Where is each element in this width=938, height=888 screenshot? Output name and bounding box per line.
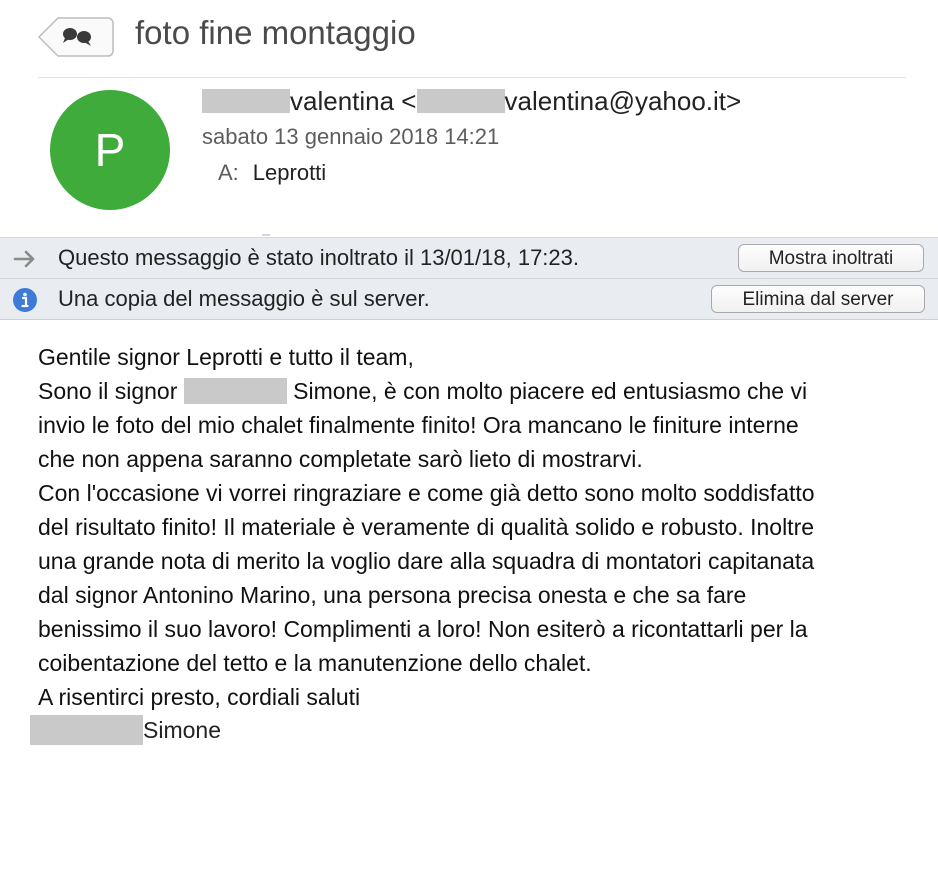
avatar-initial: P: [94, 124, 126, 176]
recipient-name[interactable]: Leprotti: [253, 160, 326, 185]
forwarded-notice-bar: Questo messaggio è stato inoltrato il 13…: [0, 237, 938, 278]
signature-name: Simone: [143, 717, 221, 743]
body-line: dal signor Antonino Marino, una persona …: [38, 582, 747, 608]
conversation-bubbles-icon: [38, 17, 114, 57]
back-to-conversations-button[interactable]: [38, 17, 114, 57]
delete-from-server-button[interactable]: Elimina dal server: [711, 285, 925, 313]
sender-email-open: <: [394, 86, 417, 116]
body-line: una grande nota di merito la voglio dare…: [38, 548, 815, 574]
body-text-fragment: Simone, è con molto piacere ed entusiasm…: [286, 378, 808, 404]
body-line: che non appena saranno completate sarò l…: [38, 446, 643, 472]
from-line[interactable]: valentina < valentina@yahoo.it>: [202, 84, 741, 118]
sender-name: valentina: [290, 86, 395, 116]
redacted-surname: [30, 714, 143, 745]
signature: Simone: [30, 713, 221, 747]
forwarded-notice-text: Questo messaggio è stato inoltrato il 13…: [58, 245, 579, 270]
redacted-surname: [183, 378, 287, 405]
show-forwarded-button[interactable]: Mostra inoltrati: [738, 244, 924, 272]
recipient-line: A: Leprotti: [218, 160, 326, 186]
body-line: A risentirci presto, cordiali saluti: [38, 684, 361, 710]
redacted-surname: [202, 89, 290, 114]
body-text-fragment: Sono il signor: [38, 378, 184, 404]
redacted-email-prefix: [416, 89, 505, 114]
server-copy-notice-text: Una copia del messaggio è sul server.: [58, 286, 430, 311]
body-line: Con l'occasione vi vorrei ringraziare e …: [38, 480, 815, 506]
body-line: coibentazione del tetto e la manutenzion…: [38, 650, 592, 676]
body-line: invio le foto del mio chalet finalmente …: [38, 412, 799, 438]
thread-header: foto fine montaggio: [0, 0, 938, 78]
body-line: Sono il signor Simone, è con molto piace…: [38, 374, 928, 408]
server-copy-notice-bar: Una copia del messaggio è sul server. El…: [0, 278, 938, 320]
meta-divider-stub: [262, 234, 270, 236]
message-subject: foto fine montaggio: [135, 14, 416, 51]
body-line: Gentile signor Leprotti e tutto il team,: [38, 344, 414, 370]
sender-avatar: P: [50, 90, 170, 210]
recipient-label: A:: [218, 160, 239, 185]
body-line: benissimo il suo lavoro! Complimenti a l…: [38, 616, 808, 642]
forward-arrow-icon: [13, 250, 35, 268]
body-line: del risultato finito! Il materiale è ver…: [38, 514, 815, 540]
message-body: Gentile signor Leprotti e tutto il team,…: [38, 340, 928, 714]
message-date: sabato 13 gennaio 2018 14:21: [202, 124, 500, 149]
header-divider: [38, 77, 906, 78]
sender-email: valentina@yahoo.it>: [504, 86, 742, 116]
info-icon: [13, 288, 37, 312]
